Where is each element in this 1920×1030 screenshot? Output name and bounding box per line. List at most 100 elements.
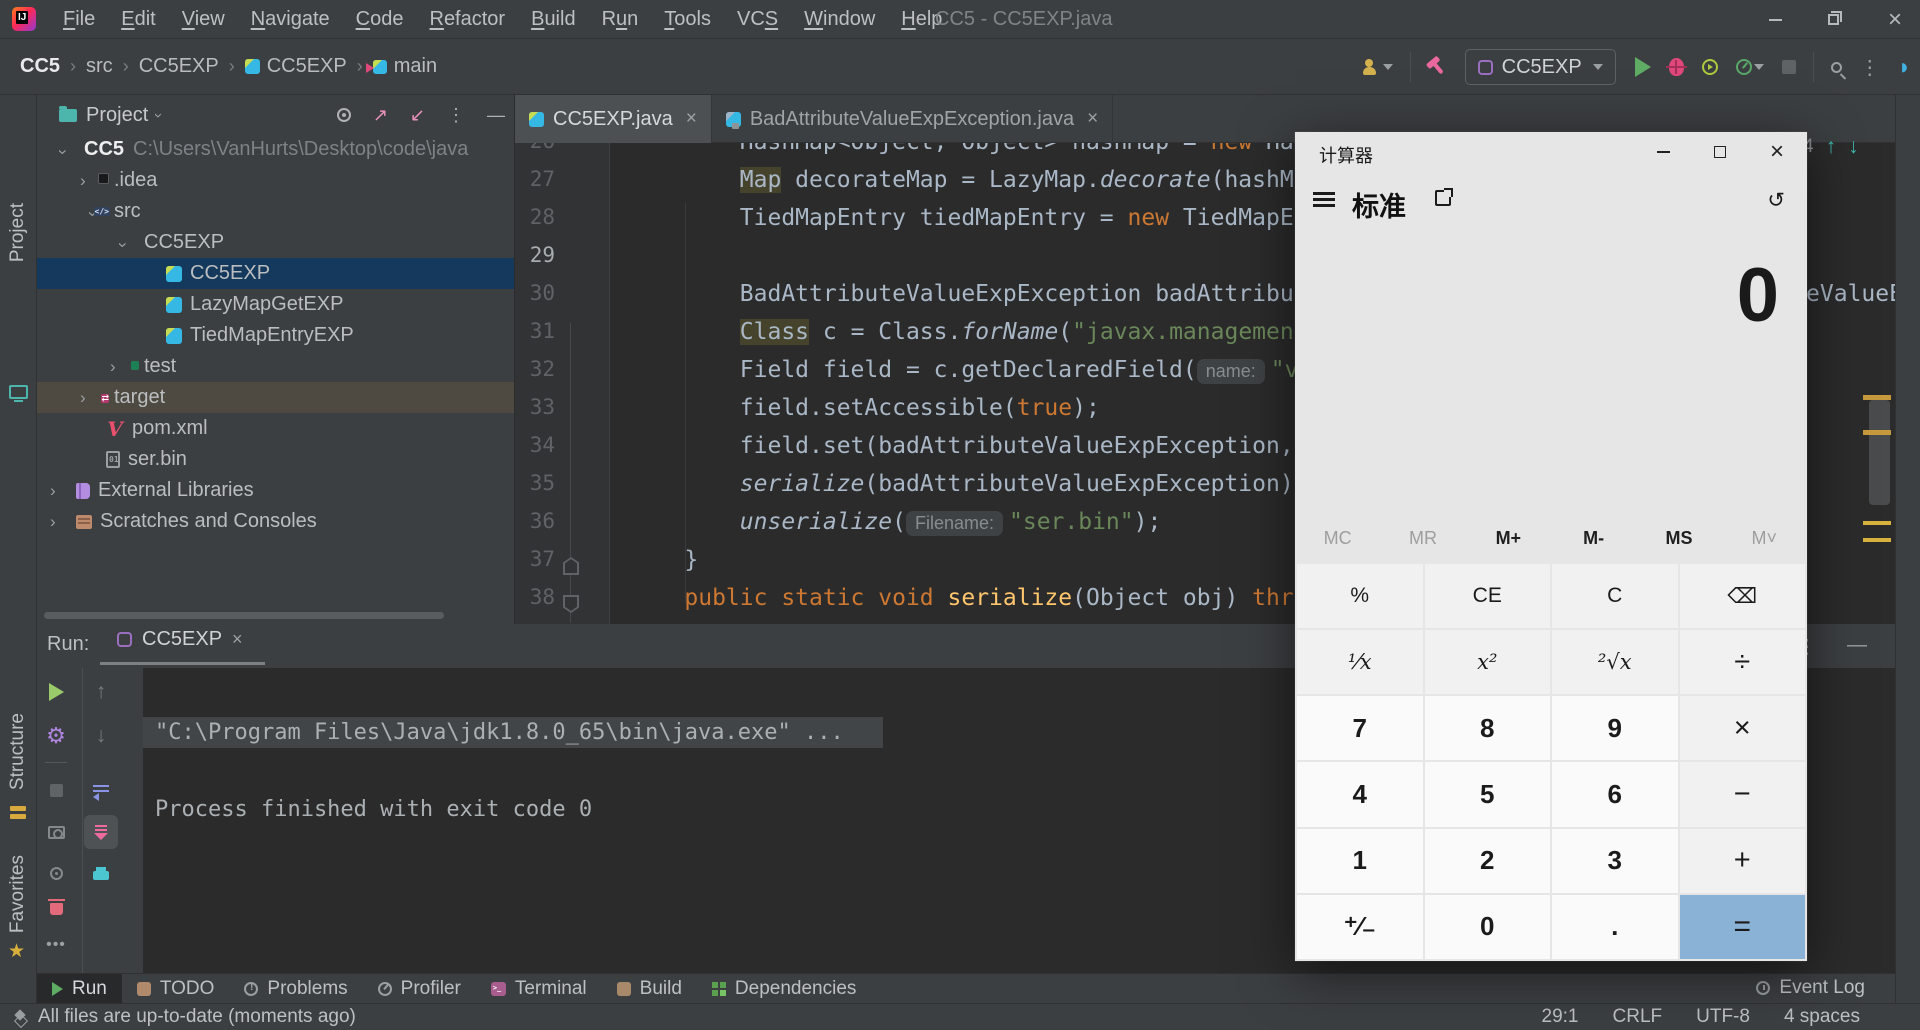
menu-item-view[interactable]: View [169, 0, 238, 39]
calc-key-C[interactable]: C [1552, 564, 1678, 629]
file-encoding[interactable]: UTF-8 [1696, 1006, 1750, 1028]
event-log-button[interactable]: Event Log [1756, 973, 1865, 1003]
calc-key-5[interactable]: 5 [1424, 762, 1550, 827]
up-stack-trace-icon[interactable]: ↑ [89, 680, 113, 704]
tree-item-pom-xml[interactable]: Vpom.xml [37, 413, 514, 444]
calc-key-6[interactable]: 6 [1552, 762, 1678, 827]
hide-panel-icon[interactable]: — [487, 105, 505, 126]
calc-key-x[interactable]: . [1552, 894, 1678, 959]
calc-key-2[interactable]: 2 [1424, 828, 1550, 893]
inspections-widget[interactable]: 4 ↑ ↓ [1803, 135, 1859, 159]
breadcrumb-item-cc5exp[interactable]: CC5EXP [139, 55, 219, 78]
calc-key-x[interactable]: % [1297, 564, 1423, 629]
error-stripe-mark[interactable] [1863, 538, 1891, 542]
tree-item-lazymapgetexp[interactable]: LazyMapGetEXP [37, 289, 514, 320]
calc-key-CE[interactable]: CE [1424, 564, 1550, 629]
tree-item--idea[interactable]: › .idea [37, 165, 514, 196]
scroll-to-end-icon[interactable] [84, 815, 118, 849]
stop-button[interactable] [1781, 60, 1796, 74]
menu-item-build[interactable]: Build [518, 0, 588, 39]
bottom-tab-dependencies[interactable]: Dependencies [697, 974, 871, 1004]
calc-key-3[interactable]: 3 [1552, 828, 1678, 893]
calc-key-0[interactable]: 0 [1424, 894, 1550, 959]
calc-close-button[interactable]: × [1754, 132, 1800, 172]
breadcrumb-item-main[interactable]: main [365, 55, 437, 78]
calc-key-x[interactable]: = [1679, 894, 1805, 959]
menu-item-navigate[interactable]: Navigate [238, 0, 343, 39]
tree-item-scratches-and-consoles[interactable]: › Scratches and Consoles [37, 506, 514, 537]
rerun-button[interactable] [44, 680, 68, 704]
calc-key-x[interactable]: − [1679, 762, 1805, 827]
calc-key-9[interactable]: 9 [1552, 696, 1678, 761]
breadcrumb-item-cc5[interactable]: CC5 [20, 55, 60, 78]
more-icon[interactable]: ••• [44, 933, 68, 957]
code-with-me-icon[interactable]: ◗ [1898, 54, 1911, 80]
chevron-open-icon[interactable]: › [113, 232, 133, 258]
line-separator[interactable]: CRLF [1613, 1006, 1663, 1028]
editor-vertical-scrollbar[interactable] [1869, 400, 1890, 505]
run-button[interactable] [1634, 57, 1651, 77]
menu-item-refactor[interactable]: Refactor [416, 0, 518, 39]
editor-tab-cc5exp-java[interactable]: CC5EXP.java × [515, 95, 712, 143]
tree-item-target[interactable]: › target [37, 382, 514, 413]
close-icon[interactable]: × [686, 108, 697, 130]
calc-key-x[interactable]: ⌫ [1679, 564, 1805, 629]
calc-key-xxx[interactable]: ²√x [1552, 630, 1678, 695]
calc-key-x[interactable]: + [1679, 828, 1805, 893]
window-minimize-button[interactable] [1752, 0, 1798, 39]
build-hammer-icon[interactable] [1428, 58, 1446, 76]
chevron-closed-icon[interactable]: › [50, 481, 76, 501]
calc-key-4[interactable]: 4 [1297, 762, 1423, 827]
editor-tab-badattributevalueexpexception-java[interactable]: BadAttributeValueExpException.java × [712, 95, 1114, 143]
calculator-titlebar[interactable]: 计算器 × [1295, 132, 1807, 172]
bottom-tab-todo[interactable]: TODO [122, 974, 230, 1004]
structure-icon[interactable] [10, 805, 26, 821]
menu-item-window[interactable]: Window [791, 0, 888, 39]
error-stripe-mark[interactable] [1863, 521, 1891, 525]
tree-item-external-libraries[interactable]: › External Libraries [37, 475, 514, 506]
debug-button[interactable] [1665, 58, 1687, 76]
profiler-button[interactable] [1735, 59, 1764, 75]
bottom-tab-terminal[interactable]: Terminal [476, 974, 602, 1004]
collaborate-icon[interactable] [1362, 59, 1393, 75]
project-horizontal-scrollbar[interactable] [44, 612, 444, 619]
error-stripe-mark[interactable] [1863, 430, 1891, 435]
calc-key-xxx[interactable]: ¹⁄x [1297, 630, 1423, 695]
expand-all-icon[interactable]: ↗ [373, 105, 388, 126]
window-close-button[interactable]: × [1872, 0, 1918, 39]
print-icon[interactable] [89, 861, 113, 885]
error-stripe-mark[interactable] [1863, 395, 1891, 400]
menu-item-run[interactable]: Run [589, 0, 652, 39]
calc-key-7[interactable]: 7 [1297, 696, 1423, 761]
project-panel-title[interactable]: Project [86, 104, 148, 127]
history-icon[interactable]: ↺ [1767, 188, 1785, 213]
stripe-tab-favorites[interactable]: Favorites [7, 855, 29, 933]
tree-item-cc5exp[interactable]: CC5EXP [37, 258, 514, 289]
calc-key-x[interactable]: × [1679, 696, 1805, 761]
tree-item-cc5[interactable]: › CC5 C:\Users\VanHurts\Desktop\code\java [37, 134, 514, 165]
calc-key-1[interactable]: 1 [1297, 828, 1423, 893]
breadcrumb-item-src[interactable]: src [86, 55, 113, 78]
memory-button-m[interactable]: M+ [1466, 520, 1551, 556]
star-icon[interactable]: ★ [8, 940, 25, 963]
stop-button[interactable] [44, 778, 68, 802]
tree-item-cc5exp[interactable]: › CC5EXP [37, 227, 514, 258]
hide-tool-window-icon[interactable]: — [1847, 634, 1867, 659]
settings-gear-icon[interactable]: ⚙ [44, 724, 68, 748]
coverage-button[interactable] [1701, 59, 1718, 75]
fold-marker-icon[interactable] [563, 557, 579, 575]
fold-marker-icon[interactable] [563, 595, 579, 613]
close-icon[interactable]: × [232, 629, 243, 650]
calc-key-x[interactable]: ÷ [1679, 630, 1805, 695]
chevron-closed-icon[interactable]: › [50, 512, 76, 532]
bottom-tab-profiler[interactable]: Profiler [363, 974, 476, 1004]
soft-wrap-icon[interactable] [89, 778, 113, 802]
bottom-tab-run[interactable]: Run [37, 973, 122, 1004]
menu-item-file[interactable]: File [50, 0, 108, 39]
collapse-all-icon[interactable]: ↙ [410, 105, 425, 126]
breadcrumb-item-cc5exp[interactable]: CC5EXP [244, 55, 347, 78]
down-stack-trace-icon[interactable]: ↓ [89, 724, 113, 748]
calc-key-xx[interactable]: x² [1424, 630, 1550, 695]
calc-key-8[interactable]: 8 [1424, 696, 1550, 761]
locate-file-icon[interactable] [336, 108, 351, 122]
